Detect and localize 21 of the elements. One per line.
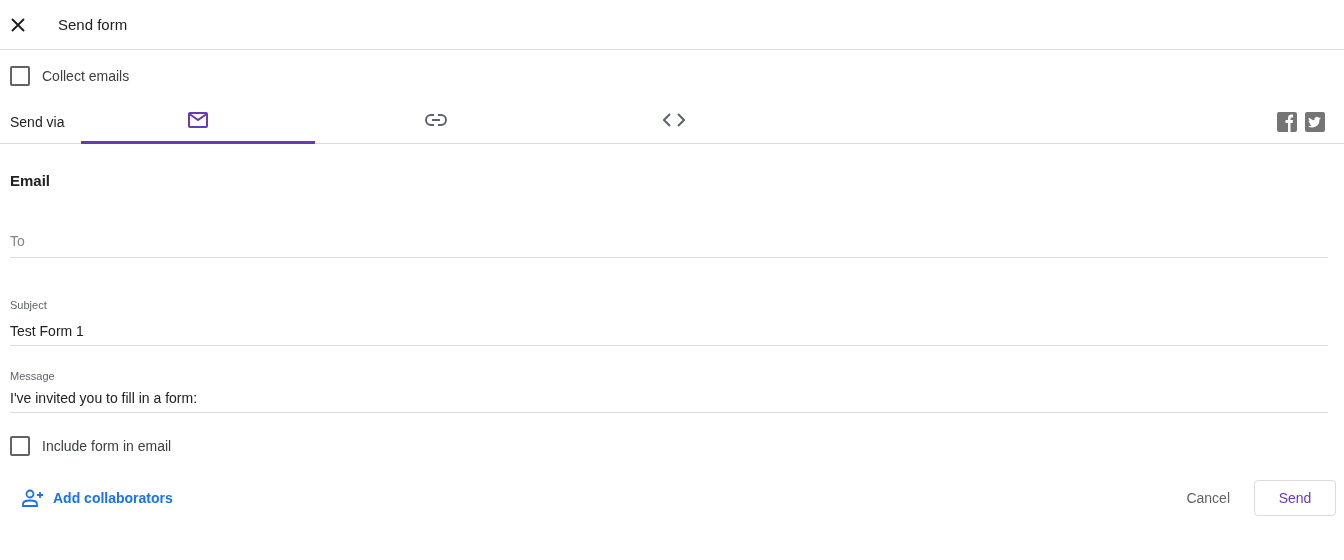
add-person-icon <box>22 489 44 507</box>
envelope-icon <box>188 111 208 128</box>
facebook-icon[interactable] <box>1277 111 1297 132</box>
close-icon[interactable] <box>10 16 26 33</box>
to-field[interactable]: To <box>10 233 1328 258</box>
section-heading: Email <box>10 172 52 189</box>
add-collaborators-link[interactable]: Add collaborators <box>22 489 173 507</box>
code-icon <box>663 112 685 127</box>
message-field[interactable]: I've invited you to fill in a form: <box>10 390 1328 413</box>
field-label: Message <box>10 370 56 382</box>
checkbox[interactable] <box>10 66 30 86</box>
checkbox[interactable] <box>10 436 30 456</box>
send-button[interactable]: Send <box>1254 480 1336 516</box>
checkbox-label: Collect emails <box>42 68 130 84</box>
dialog-title: Send form <box>58 16 128 33</box>
twitter-icon[interactable] <box>1305 111 1325 132</box>
send-via-label: Send via <box>10 113 66 130</box>
link-icon <box>425 113 447 126</box>
field-label: Subject <box>10 299 48 311</box>
subject-field[interactable]: Test Form 1 <box>10 323 1328 346</box>
checkbox-label: Include form in email <box>42 438 172 454</box>
